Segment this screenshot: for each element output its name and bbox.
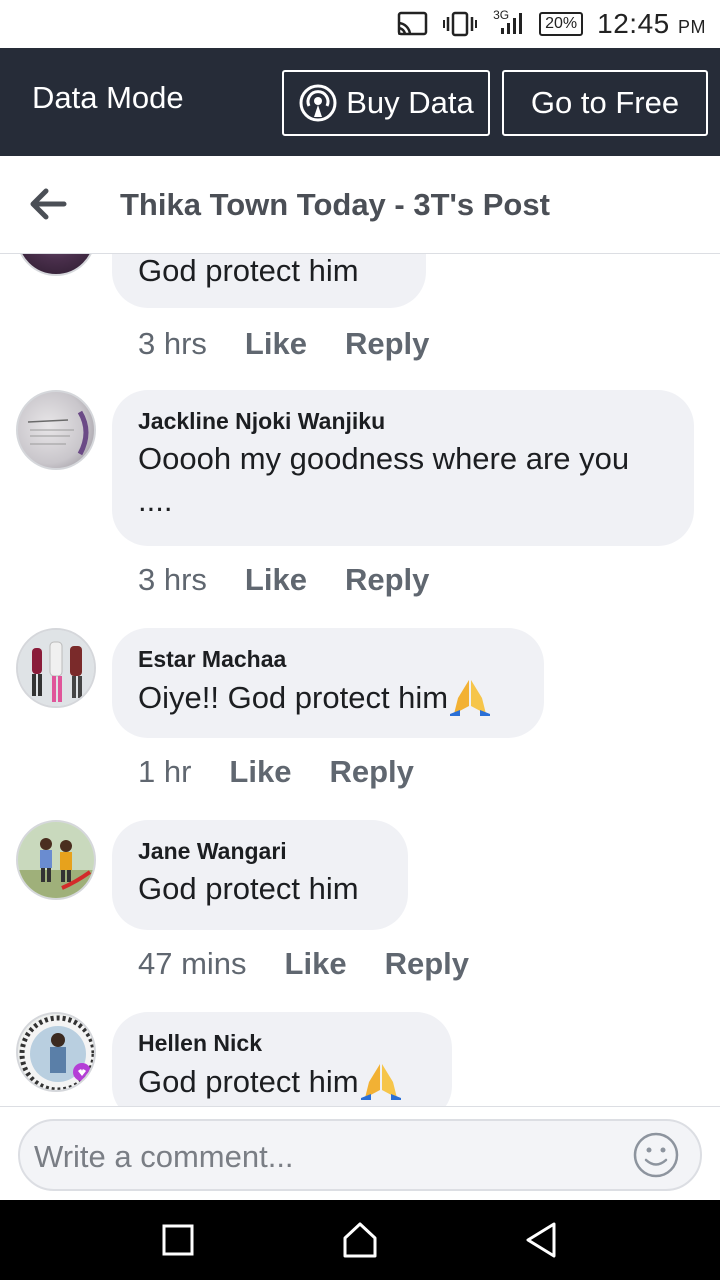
comment-meta: 3 hrs Like Reply [138, 562, 467, 598]
comment-text-row: Oiye!! God protect him [138, 676, 518, 719]
comment-text: God protect him [138, 1064, 359, 1099]
comment-meta: 3 hrs Like Reply [138, 326, 467, 362]
emoji-smiley-icon[interactable] [632, 1131, 680, 1179]
avatar[interactable] [16, 1012, 96, 1092]
reply-button[interactable]: Reply [345, 326, 429, 362]
comment-time: 3 hrs [138, 326, 207, 361]
clock-ampm: PM [678, 17, 706, 37]
status-bar: 3G 20% 12:45 PM [0, 0, 720, 48]
comment-meta: 47 mins Like Reply [138, 946, 507, 982]
reply-button[interactable]: Reply [385, 946, 469, 982]
clock: 12:45 PM [597, 8, 706, 40]
recents-square-icon[interactable] [156, 1218, 200, 1262]
commenter-name[interactable]: Estar Machaa [138, 646, 518, 676]
comment-text: Ooooh my goodness where are you [138, 441, 630, 476]
avatar-graphic [18, 630, 94, 706]
network-type: 3G [493, 8, 510, 22]
clock-time: 12:45 [597, 8, 670, 39]
avatar-graphic [18, 822, 94, 898]
broadcast-icon [299, 84, 337, 122]
commenter-name[interactable]: Hellen Nick [138, 1030, 426, 1060]
comment-input-placeholder: Write a comment... [34, 1139, 294, 1174]
like-button[interactable]: Like [229, 754, 291, 790]
app-screen: 3G 20% 12:45 PM Data Mode Buy Data Go to… [0, 0, 720, 1280]
comment-bubble[interactable]: God protect him [112, 254, 426, 308]
comment-text-continued: .... [138, 483, 173, 518]
go-to-free-button[interactable]: Go to Free [502, 70, 708, 136]
comment-bubble[interactable]: Jackline Njoki Wanjiku Ooooh my goodness… [112, 390, 694, 546]
back-arrow-icon[interactable] [26, 182, 70, 226]
comment-time: 47 mins [138, 946, 247, 981]
data-mode-label: Data Mode [32, 80, 184, 115]
go-to-free-label: Go to Free [530, 85, 680, 120]
comment-composer: Write a comment... [0, 1106, 720, 1200]
comment-text: Oiye!! God protect him [138, 680, 449, 715]
cast-icon [395, 10, 429, 38]
comment-meta: 1 hr Like Reply [138, 754, 452, 790]
comment-time: 1 hr [138, 754, 192, 789]
system-navigation-bar [0, 1200, 720, 1280]
comments-list[interactable]: God protect him 3 hrs Like Reply Jacklin… [0, 254, 720, 1106]
commenter-name[interactable]: Jackline Njoki Wanjiku [138, 408, 668, 438]
praying-hands-emoji-icon [450, 680, 491, 716]
avatar[interactable] [16, 254, 96, 276]
avatar[interactable] [16, 390, 96, 470]
back-triangle-icon[interactable] [520, 1218, 564, 1262]
comment-time: 3 hrs [138, 562, 207, 597]
comment-bubble[interactable]: Hellen Nick God protect him [112, 1012, 452, 1106]
avatar[interactable] [16, 820, 96, 900]
comment-text: God protect him [138, 871, 359, 906]
page-title: Thika Town Today - 3T's Post [120, 187, 550, 222]
like-button[interactable]: Like [245, 326, 307, 362]
reply-button[interactable]: Reply [345, 562, 429, 598]
reply-button[interactable]: Reply [329, 754, 413, 790]
comment-bubble[interactable]: Jane Wangari God protect him [112, 820, 408, 930]
avatar-graphic [27, 410, 89, 456]
buy-data-button[interactable]: Buy Data [282, 70, 490, 136]
comment-bubble[interactable]: Estar Machaa Oiye!! God protect him [112, 628, 544, 738]
commenter-name[interactable]: Jane Wangari [138, 838, 382, 868]
battery-indicator: 20% [539, 12, 584, 36]
praying-hands-emoji-icon [360, 1064, 401, 1100]
comment-text-row: God protect him [138, 1060, 426, 1103]
home-icon[interactable] [338, 1218, 382, 1262]
like-button[interactable]: Like [245, 562, 307, 598]
like-button[interactable]: Like [285, 946, 347, 982]
signal-3g-icon: 3G [491, 8, 525, 38]
data-mode-bar: Data Mode Buy Data Go to Free [0, 48, 720, 156]
avatar-graphic [19, 1015, 94, 1090]
post-header: Thika Town Today - 3T's Post [0, 156, 720, 254]
comment-input[interactable]: Write a comment... [18, 1119, 702, 1191]
comment-text: God protect him [138, 254, 359, 288]
vibrate-icon [443, 10, 478, 38]
avatar[interactable] [16, 628, 96, 708]
buy-data-label: Buy Data [346, 85, 474, 120]
